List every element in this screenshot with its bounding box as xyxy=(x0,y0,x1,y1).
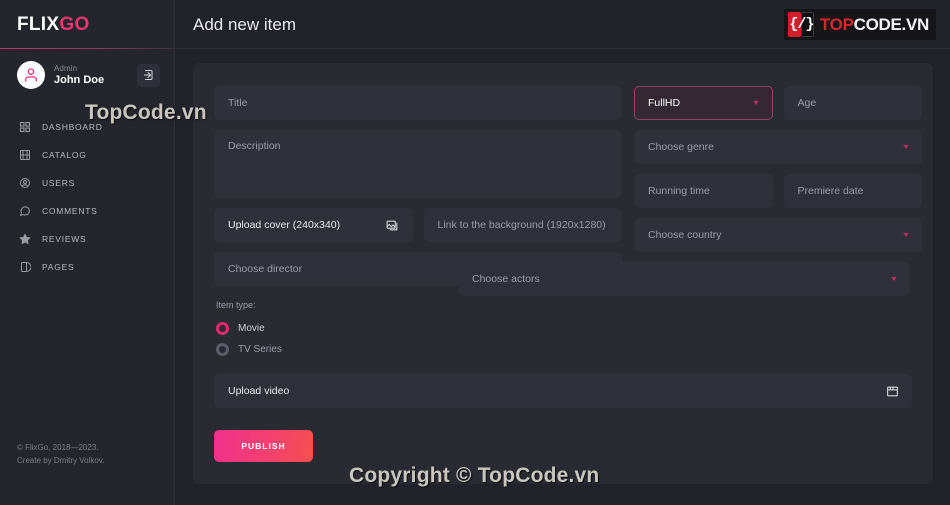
upload-video-label: Upload video xyxy=(228,385,290,397)
radio-label: Movie xyxy=(238,323,265,334)
sidebar-nav: DASHBOARD CATALOG USERS COMMENTS REVIEWS… xyxy=(0,113,174,281)
country-select[interactable]: Choose country ▾ xyxy=(634,218,922,252)
avatar xyxy=(17,61,45,89)
sidebar-item-label: CATALOG xyxy=(42,150,87,160)
form-columns: Title Description Upload cover (240x340) xyxy=(193,63,933,360)
pages-icon xyxy=(18,261,31,274)
footer-copyright: © FlixGo, 2018—2023. xyxy=(17,443,99,453)
background-link-input[interactable]: Link to the background (1920x1280) xyxy=(423,208,622,242)
quality-age-row: FullHD ▾ Age xyxy=(634,86,922,120)
chevron-down-icon: ▾ xyxy=(891,274,897,283)
image-icon xyxy=(386,219,399,232)
director-label: Choose director xyxy=(228,263,303,275)
user-circle-icon xyxy=(18,177,31,190)
code-brackets-icon: {/} xyxy=(787,12,815,37)
chevron-down-icon: ▾ xyxy=(903,142,909,151)
chevron-down-icon: ▾ xyxy=(753,98,760,107)
brand-logo[interactable]: FLIXGO xyxy=(0,0,174,49)
genre-select[interactable]: Choose genre ▾ xyxy=(634,130,922,164)
quality-value: FullHD xyxy=(648,97,681,109)
footer-author: Create by Dmitry Volkov. xyxy=(17,455,105,465)
user-meta: Admin John Doe xyxy=(54,64,128,87)
radio-tv-series[interactable]: TV Series xyxy=(214,339,622,360)
genre-label: Choose genre xyxy=(648,141,714,153)
sidebar-item-label: COMMENTS xyxy=(42,206,98,216)
country-label: Choose country xyxy=(648,229,722,241)
radio-indicator xyxy=(216,343,229,356)
upload-cover-label: Upload cover (240x340) xyxy=(228,219,341,231)
sidebar-item-label: REVIEWS xyxy=(42,234,87,244)
brand-flix: FLIX xyxy=(17,13,60,35)
page-title: Add new item xyxy=(193,14,296,34)
chevron-down-icon: ▾ xyxy=(903,230,909,239)
sidebar: FLIXGO Admin John Doe DASHBOARD CATALOG … xyxy=(0,0,175,505)
sidebar-item-catalog[interactable]: CATALOG xyxy=(0,141,174,169)
brand-go: GO xyxy=(59,13,90,35)
sidebar-item-label: DASHBOARD xyxy=(42,122,103,132)
cover-row: Upload cover (240x340) Link to the backg… xyxy=(214,208,622,242)
sidebar-item-users[interactable]: USERS xyxy=(0,169,174,197)
topcode-code: CODE.VN xyxy=(853,15,930,34)
actors-label: Choose actors xyxy=(472,273,540,285)
logout-icon xyxy=(143,70,152,80)
brand-text: FLIXGO xyxy=(17,14,90,36)
logout-button[interactable] xyxy=(137,63,160,87)
comment-icon xyxy=(18,205,31,218)
publish-button[interactable]: PUBLISH xyxy=(214,430,313,462)
main-content: Add new item {/} TOPCODE.VN Title Descri… xyxy=(175,0,950,505)
item-type-label: Item type: xyxy=(216,300,256,310)
add-item-form-card: Title Description Upload cover (240x340) xyxy=(193,63,933,484)
star-icon xyxy=(18,233,31,246)
running-time-input[interactable]: Running time xyxy=(634,174,773,208)
radio-movie[interactable]: Movie xyxy=(214,318,622,339)
topcode-wordmark: TOPCODE.VN xyxy=(820,16,929,33)
form-left-column: Title Description Upload cover (240x340) xyxy=(214,86,622,360)
quality-select[interactable]: FullHD ▾ xyxy=(634,86,773,120)
radio-indicator xyxy=(216,322,229,335)
user-avatar-icon xyxy=(25,68,37,82)
premiere-date-input[interactable]: Premiere date xyxy=(783,174,922,208)
age-input[interactable]: Age xyxy=(783,86,922,120)
sidebar-item-label: USERS xyxy=(42,178,76,188)
sidebar-item-pages[interactable]: PAGES xyxy=(0,253,174,281)
sidebar-footer: © FlixGo, 2018—2023. Create by Dmitry Vo… xyxy=(17,442,104,467)
upload-video-button[interactable]: Upload video xyxy=(214,374,912,408)
form-right-column: FullHD ▾ Age Choose genre ▾ Running time… xyxy=(458,86,922,360)
title-input[interactable]: Title xyxy=(214,86,622,120)
user-name: John Doe xyxy=(54,73,105,86)
time-date-row: Running time Premiere date xyxy=(634,174,922,208)
grid-icon xyxy=(18,121,31,134)
sidebar-item-label: PAGES xyxy=(42,262,75,272)
upload-cover-button[interactable]: Upload cover (240x340) xyxy=(214,208,413,242)
actors-select[interactable]: Choose actors ▾ xyxy=(458,262,910,296)
user-panel: Admin John Doe xyxy=(0,49,174,103)
clapperboard-icon xyxy=(886,385,899,398)
topcode-top: TOP xyxy=(819,15,854,34)
topbar: Add new item {/} TOPCODE.VN xyxy=(175,0,950,49)
topcode-logo: {/} TOPCODE.VN xyxy=(783,9,936,40)
code-brackets-glyph: {/} xyxy=(789,16,814,33)
sidebar-item-reviews[interactable]: REVIEWS xyxy=(0,225,174,253)
sidebar-item-comments[interactable]: COMMENTS xyxy=(0,197,174,225)
user-role: Admin xyxy=(54,63,78,73)
film-icon xyxy=(18,149,31,162)
description-input[interactable]: Description xyxy=(214,130,622,198)
sidebar-item-dashboard[interactable]: DASHBOARD xyxy=(0,113,174,141)
app-root: FLIXGO Admin John Doe DASHBOARD CATALOG … xyxy=(0,0,950,505)
radio-label: TV Series xyxy=(238,344,282,355)
